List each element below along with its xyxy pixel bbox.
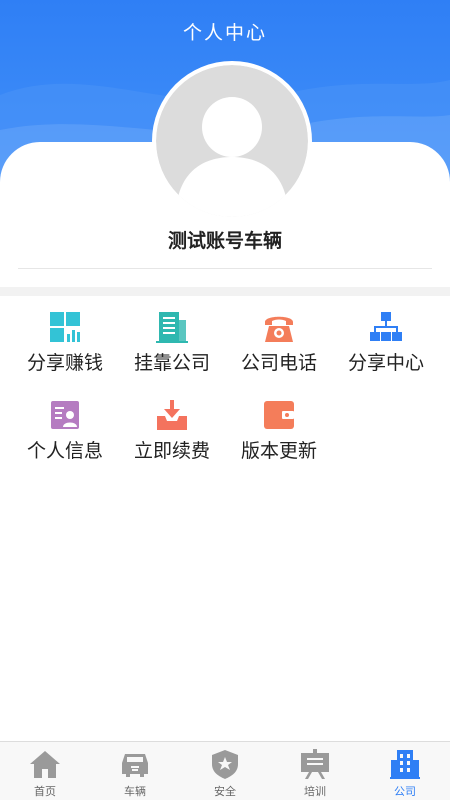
training-board-icon bbox=[301, 749, 329, 779]
menu-item-label: 立即续费 bbox=[133, 440, 210, 462]
avatar[interactable] bbox=[156, 65, 308, 217]
tab-home[interactable]: 首页 bbox=[0, 742, 90, 800]
tab-training[interactable]: 培训 bbox=[270, 742, 360, 800]
menu-item-version-update[interactable]: 版本更新 bbox=[224, 388, 334, 468]
building-icon bbox=[156, 312, 188, 343]
chart-grid-icon bbox=[50, 312, 80, 342]
download-tray-icon bbox=[157, 400, 187, 430]
home-icon bbox=[30, 751, 60, 778]
menu-item-label: 分享赚钱 bbox=[26, 352, 103, 374]
menu-item-label: 挂靠公司 bbox=[133, 352, 210, 374]
avatar-placeholder-icon bbox=[156, 65, 308, 217]
org-chart-icon bbox=[370, 312, 402, 341]
tab-label: 首页 bbox=[34, 785, 56, 798]
menu-item-affiliate-company[interactable]: 挂靠公司 bbox=[117, 300, 227, 380]
menu-item-share-earn[interactable]: 分享赚钱 bbox=[10, 300, 120, 380]
tab-label: 培训 bbox=[304, 785, 326, 798]
wallet-icon bbox=[264, 401, 294, 429]
divider bbox=[18, 268, 432, 269]
page-title: 个人中心 bbox=[182, 22, 267, 44]
menu-item-label: 分享中心 bbox=[347, 352, 424, 374]
telephone-icon bbox=[265, 316, 293, 342]
tab-label: 车辆 bbox=[124, 785, 146, 798]
car-icon bbox=[122, 754, 148, 777]
tab-vehicles[interactable]: 车辆 bbox=[90, 742, 180, 800]
menu-item-label: 版本更新 bbox=[240, 440, 317, 462]
menu-item-share-center[interactable]: 分享中心 bbox=[331, 300, 441, 380]
username: 测试账号车辆 bbox=[167, 230, 282, 252]
menu-item-label: 公司电话 bbox=[240, 352, 317, 374]
section-separator bbox=[0, 287, 450, 296]
menu-item-personal-info[interactable]: 个人信息 bbox=[10, 388, 120, 468]
tab-company[interactable]: 公司 bbox=[360, 742, 450, 800]
tab-label: 公司 bbox=[394, 785, 416, 798]
shield-star-icon bbox=[212, 750, 238, 779]
company-building-icon bbox=[390, 750, 420, 779]
bottom-tab-bar: 首页 车辆 安全 培训 公司 bbox=[0, 741, 450, 800]
menu-item-company-phone[interactable]: 公司电话 bbox=[224, 300, 334, 380]
menu-item-renew-now[interactable]: 立即续费 bbox=[117, 388, 227, 468]
tab-safety[interactable]: 安全 bbox=[180, 742, 270, 800]
profile-card-icon bbox=[51, 401, 79, 429]
menu-item-label: 个人信息 bbox=[26, 440, 103, 462]
tab-label: 安全 bbox=[214, 785, 236, 798]
